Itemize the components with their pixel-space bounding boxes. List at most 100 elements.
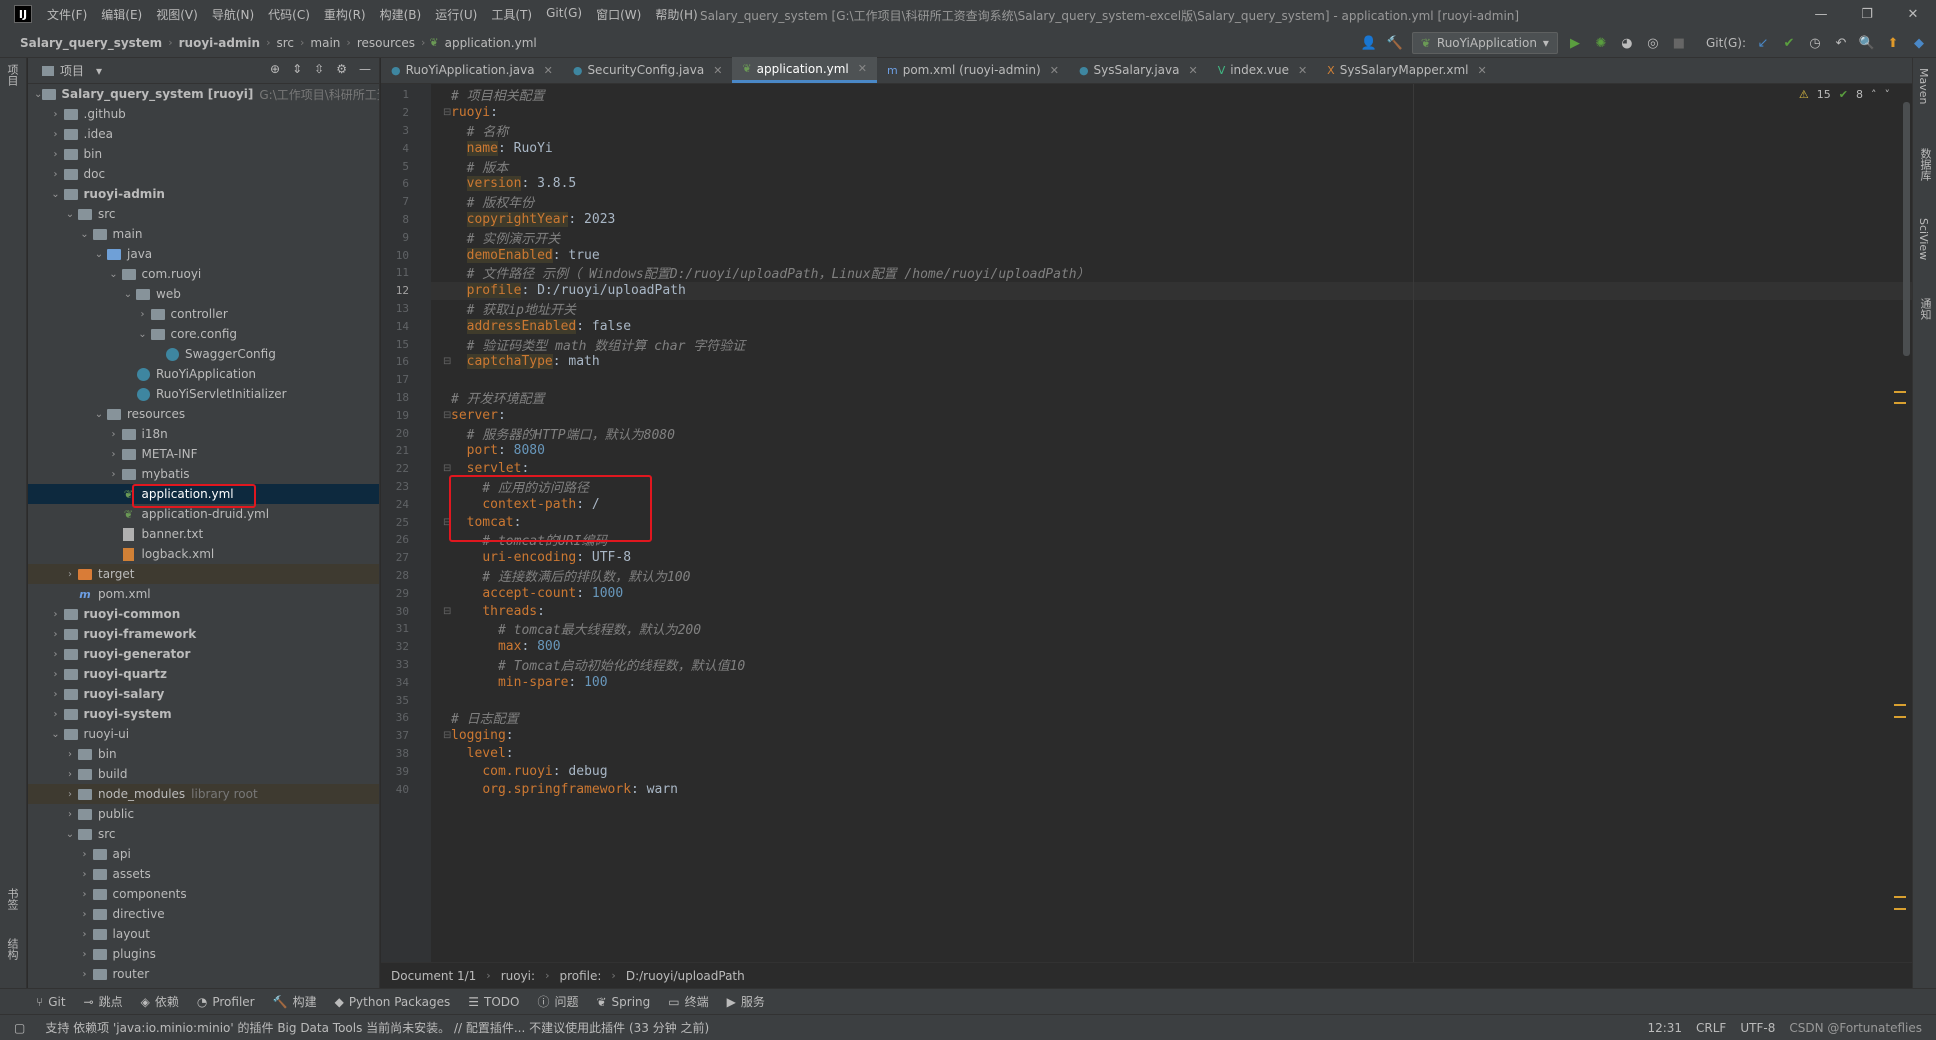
close-tab-icon[interactable]: ✕ [544, 64, 553, 77]
close-tab-icon[interactable]: ✕ [858, 62, 867, 75]
tree-node[interactable]: banner.txt [28, 524, 379, 544]
close-tab-icon[interactable]: ✕ [1477, 64, 1486, 77]
update-icon[interactable]: ⬆ [1884, 34, 1902, 52]
collapse-arrow-icon[interactable]: › [136, 309, 150, 320]
tab-syssalary-java[interactable]: ● SysSalary.java ✕ [1069, 57, 1208, 83]
maven-tool-button[interactable]: Maven [1917, 68, 1930, 104]
collapse-arrow-icon[interactable]: › [49, 109, 63, 120]
search-icon[interactable]: 🔍 [1858, 34, 1876, 52]
git-update-icon[interactable]: ↙ [1754, 34, 1772, 52]
breadcrumb-item[interactable]: main [304, 36, 346, 50]
expand-arrow-icon[interactable]: ⌄ [34, 89, 42, 100]
tree-node[interactable]: ⌄ core.config [28, 324, 379, 344]
coverage-icon[interactable]: ◕ [1618, 34, 1636, 52]
tree-node[interactable]: m pom.xml [28, 584, 379, 604]
tab-application-yml[interactable]: ❦ application.yml ✕ [732, 57, 877, 83]
tree-node[interactable]: ⌄ main [28, 224, 379, 244]
git-history-icon[interactable]: ◷ [1806, 34, 1824, 52]
tree-node[interactable]: › public [28, 804, 379, 824]
tree-node[interactable]: › router [28, 964, 379, 984]
restore-icon[interactable]: ❐ [1844, 0, 1890, 28]
menu-item[interactable]: 工具(T) [484, 6, 539, 23]
menu-item[interactable]: 文件(F) [40, 6, 94, 23]
collapse-arrow-icon[interactable]: › [49, 689, 63, 700]
collapse-arrow-icon[interactable]: › [78, 969, 92, 980]
tree-node[interactable]: › api [28, 844, 379, 864]
tree-node[interactable]: › ruoyi-quartz [28, 664, 379, 684]
collapse-arrow-icon[interactable]: › [63, 569, 77, 580]
collapse-arrow-icon[interactable]: › [78, 869, 92, 880]
chevron-down-icon[interactable]: ˅ [1885, 88, 1891, 101]
status-icon[interactable]: ▢ [14, 1021, 25, 1035]
expand-arrow-icon[interactable]: ⌄ [63, 209, 77, 220]
inspections-widget[interactable]: ⚠ 15 ✔ 8 ˄ ˅ [1799, 88, 1890, 101]
tree-node[interactable]: logback.xml [28, 544, 379, 564]
warning-marker[interactable] [1894, 402, 1906, 404]
tree-node[interactable]: › ruoyi-generator [28, 644, 379, 664]
tree-node[interactable]: ⌄ java [28, 244, 379, 264]
menu-item[interactable]: 重构(R) [317, 6, 373, 23]
project-panel-title[interactable]: 项目 [60, 62, 84, 79]
tab-index-vue[interactable]: Vindex.vue ✕ [1208, 57, 1317, 83]
collapse-arrow-icon[interactable]: › [49, 629, 63, 640]
notifications-tool-button[interactable]: 通知 [1917, 298, 1933, 320]
close-icon[interactable]: ✕ [1890, 0, 1936, 28]
expand-arrow-icon[interactable]: ⌄ [49, 729, 63, 740]
bookmarks-tool-button[interactable]: 书签 [4, 888, 20, 910]
collapse-arrow-icon[interactable]: › [63, 749, 77, 760]
tree-node[interactable]: SwaggerConfig [28, 344, 379, 364]
run-icon[interactable]: ▶ [1566, 34, 1584, 52]
tree-node[interactable]: › ruoyi-framework [28, 624, 379, 644]
expand-arrow-icon[interactable]: ⌄ [92, 249, 106, 260]
jetbrains-icon[interactable]: ◆ [1910, 34, 1928, 52]
close-tab-icon[interactable]: ✕ [713, 64, 722, 77]
menu-item[interactable]: 构建(B) [373, 6, 429, 23]
tree-node[interactable]: › doc [28, 164, 379, 184]
expand-all-icon[interactable]: ⇕ [292, 62, 302, 76]
debug-icon[interactable]: ✺ [1592, 34, 1610, 52]
collapse-arrow-icon[interactable]: › [107, 429, 121, 440]
tree-node[interactable]: RuoYiServletInitializer [28, 384, 379, 404]
collapse-arrow-icon[interactable]: › [49, 609, 63, 620]
tab-pom-xml[interactable]: m pom.xml (ruoyi-admin) ✕ [877, 57, 1069, 83]
collapse-arrow-icon[interactable]: › [78, 929, 92, 940]
project-tool-button[interactable]: 项目 [4, 64, 20, 86]
tab-ruoyiapplication-java[interactable]: ● RuoYiApplication.java ✕ [381, 57, 563, 83]
expand-arrow-icon[interactable]: ⌄ [107, 269, 121, 280]
editor-breadcrumb-item[interactable]: Document 1/1 [391, 969, 476, 983]
profile-icon[interactable]: ◎ [1644, 34, 1662, 52]
tree-node[interactable]: ⌄ ruoyi-ui [28, 724, 379, 744]
menu-item[interactable]: Git(G) [539, 6, 589, 23]
chevron-down-icon[interactable]: ▾ [96, 64, 102, 78]
tree-node[interactable]: › build [28, 764, 379, 784]
collapse-arrow-icon[interactable]: › [63, 769, 77, 780]
menu-item[interactable]: 帮助(H) [648, 6, 704, 23]
file-encoding[interactable]: UTF-8 [1740, 1021, 1775, 1035]
breadcrumb-item[interactable]: src [270, 36, 300, 50]
tree-node[interactable]: › ruoyi-system [28, 704, 379, 724]
caret-position[interactable]: 12:31 [1647, 1021, 1682, 1035]
close-tab-icon[interactable]: ✕ [1188, 64, 1197, 77]
status-message[interactable]: 支持 依赖项 'java:io.minio:minio' 的插件 Big Dat… [45, 1019, 709, 1036]
tree-node[interactable]: › bin [28, 144, 379, 164]
menu-item[interactable]: 窗口(W) [589, 6, 648, 23]
collapse-arrow-icon[interactable]: › [49, 149, 63, 160]
tree-node[interactable]: › .github [28, 104, 379, 124]
tool-window-9[interactable]: ▭ 终端 [668, 993, 708, 1010]
tool-window-7[interactable]: ⓘ 问题 [537, 993, 578, 1010]
close-tab-icon[interactable]: ✕ [1050, 64, 1059, 77]
tree-node[interactable]: › directive [28, 904, 379, 924]
tool-window-8[interactable]: ❦ Spring [596, 995, 650, 1009]
expand-arrow-icon[interactable]: ⌄ [78, 229, 92, 240]
warning-marker[interactable] [1894, 716, 1906, 718]
editor-breadcrumb-item[interactable]: profile: [559, 969, 601, 983]
warning-marker[interactable] [1894, 896, 1906, 898]
tree-node[interactable]: ⌄ ruoyi-admin [28, 184, 379, 204]
editor-breadcrumb-item[interactable]: ruoyi: [501, 969, 535, 983]
menu-item[interactable]: 编辑(E) [94, 6, 149, 23]
tool-window-5[interactable]: ◆ Python Packages [335, 995, 451, 1009]
tool-window-2[interactable]: ◈ 依赖 [141, 993, 179, 1010]
tree-node[interactable]: › mybatis [28, 464, 379, 484]
tree-node[interactable]: ⌄ resources [28, 404, 379, 424]
tree-node[interactable]: ⌄ web [28, 284, 379, 304]
